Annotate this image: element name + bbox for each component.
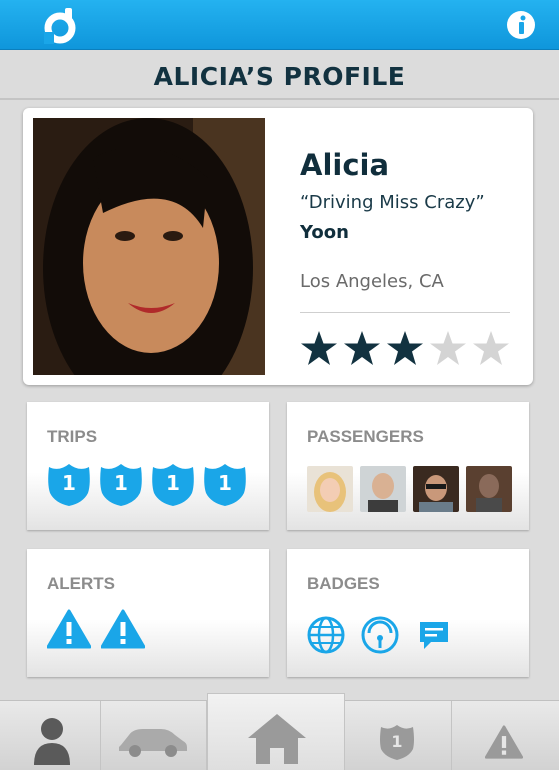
profile-photo [33,118,265,375]
trip-shield-icon: 1 [99,462,143,506]
gauge-icon [361,616,399,654]
trips-label: TRIPS [47,427,98,446]
tab-car[interactable] [101,701,207,770]
passengers-tile[interactable]: PASSENGERS [287,402,529,530]
chat-bubble-icon [420,622,448,649]
tab-bar: 1 [0,693,559,770]
star-empty-icon [429,330,467,366]
passenger-avatars [307,466,519,512]
trip-shield-icon: 1 [151,462,195,506]
route-shield-icon: 1 [379,723,415,761]
man-avatar[interactable] [360,466,406,512]
star-empty-icon [472,330,510,366]
alerts-label: ALERTS [47,574,115,593]
badges-tile[interactable]: BADGES [287,549,529,677]
alert-icons [47,609,155,649]
warning-icon [485,725,523,759]
page-title: ALICIA’S PROFILE [153,62,406,91]
trip-shield-icon: 1 [203,462,247,506]
profile-icon [34,718,70,765]
home-icon [248,714,306,764]
badge-icons [307,616,469,654]
star-filled-icon [300,330,338,366]
star-filled-icon [343,330,381,366]
d-logo-icon[interactable] [40,5,80,45]
tab-alerts[interactable] [452,701,559,770]
rating-stars [300,330,510,368]
alerts-tile[interactable]: ALERTS [27,549,269,677]
trip-shield-icon: 1 [47,462,91,506]
warning-icon [47,609,91,649]
passengers-label: PASSENGERS [307,427,424,446]
trip-shield-number: 1 [114,471,128,495]
car-icon [119,729,187,757]
divider [0,98,559,100]
tab-trips[interactable]: 1 [345,701,452,770]
globe-icon [307,616,345,654]
profile-card: Alicia “Driving Miss Crazy” Yoon Los Ang… [23,108,533,385]
trips-tile[interactable]: TRIPS 1 1 1 1 [27,402,269,530]
trip-shield-number: 1 [218,471,232,495]
route-shield-number: 1 [391,732,403,751]
trip-shield-number: 1 [62,471,76,495]
trip-badges: 1 1 1 1 [47,462,255,506]
blonde-woman-avatar[interactable] [307,466,353,512]
app-header [0,0,559,50]
badges-label: BADGES [307,574,380,593]
profile-last-name: Yoon [300,222,349,243]
warning-icon [101,609,145,649]
tab-home[interactable] [207,693,345,770]
glasses-man-avatar[interactable] [413,466,459,512]
older-man-avatar[interactable] [466,466,512,512]
profile-nickname: “Driving Miss Crazy” [300,192,485,213]
trip-shield-number: 1 [166,471,180,495]
info-icon[interactable] [506,10,536,40]
divider [300,312,510,313]
profile-location: Los Angeles, CA [300,271,444,292]
star-filled-icon [386,330,424,366]
tab-profile[interactable] [0,701,101,770]
profile-first-name: Alicia [300,148,390,182]
